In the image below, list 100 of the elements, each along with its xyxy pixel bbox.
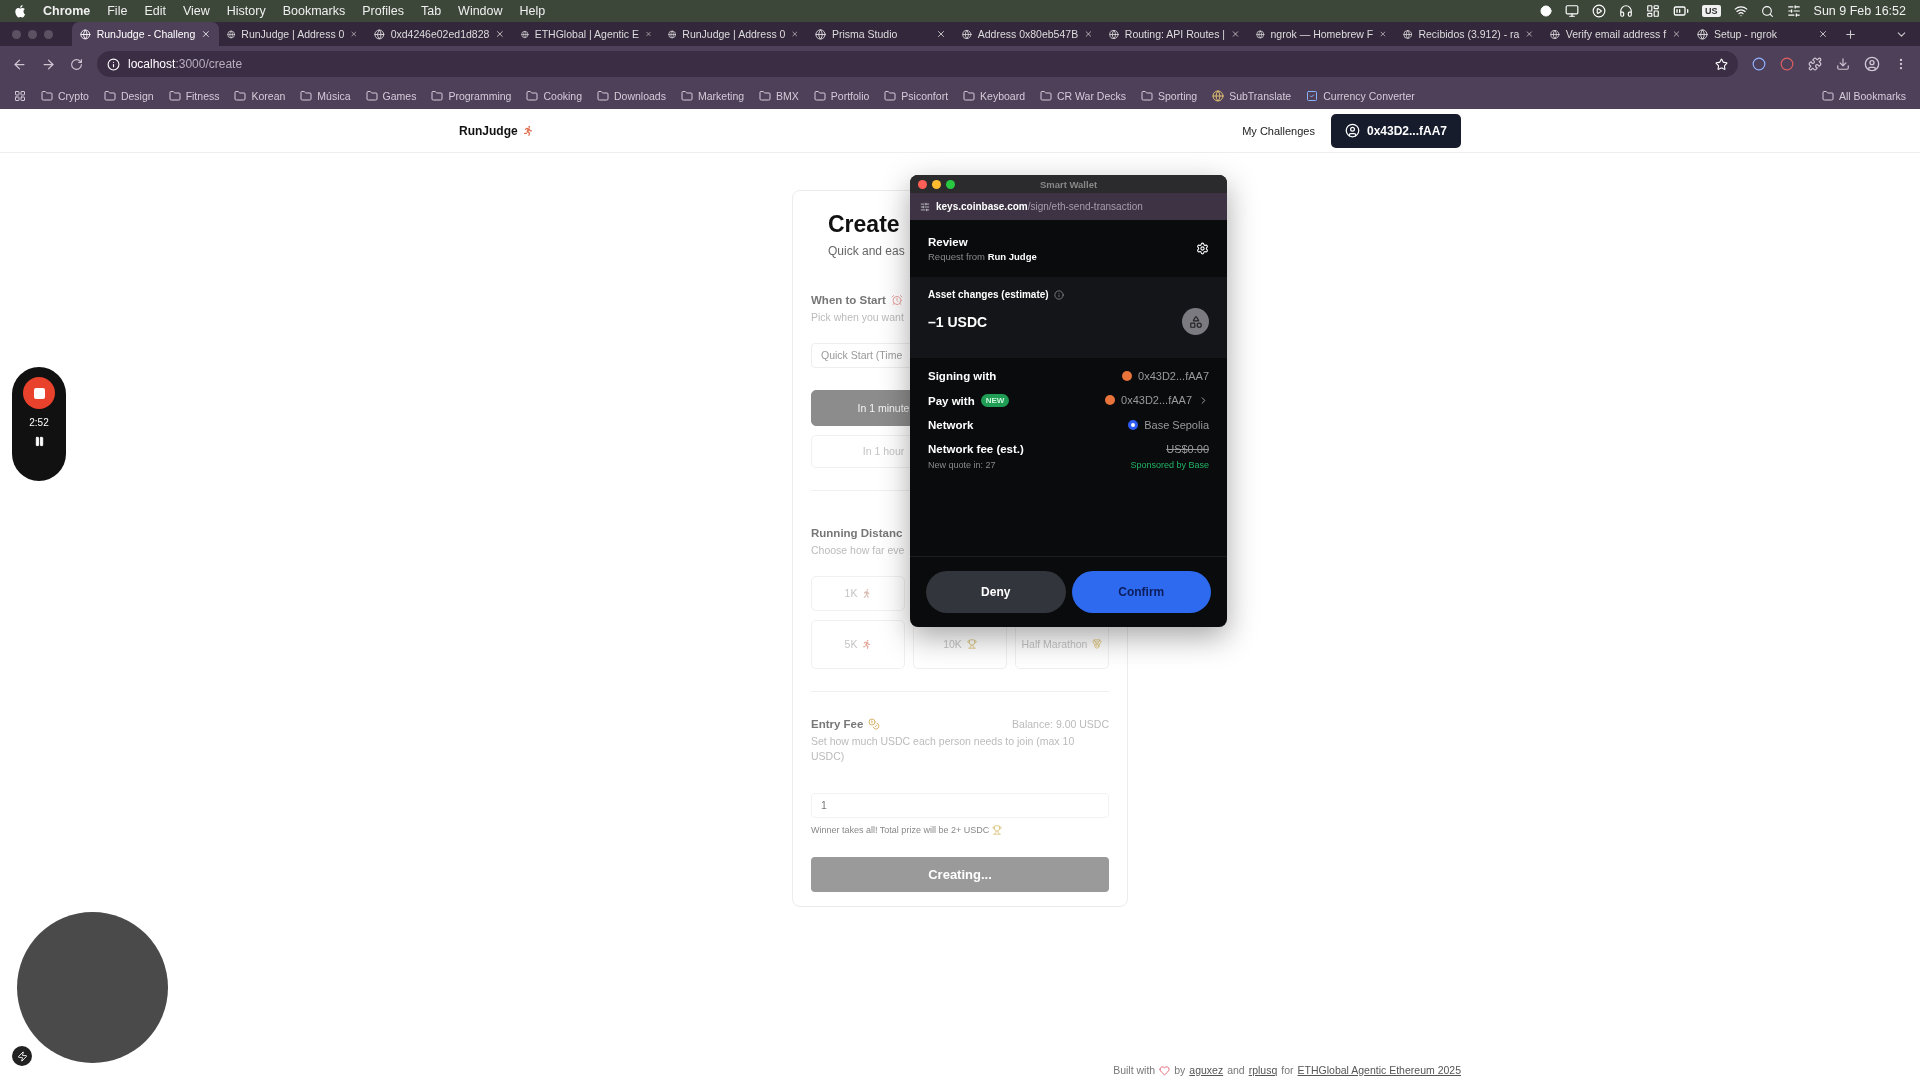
- bookmark[interactable]: Keyboard: [963, 89, 1025, 102]
- bookmark[interactable]: Crypto: [41, 89, 89, 102]
- bookmark[interactable]: CR War Decks: [1040, 89, 1127, 102]
- bookmark[interactable]: BMX: [759, 89, 799, 102]
- battery-icon[interactable]: [1673, 3, 1690, 19]
- close-icon[interactable]: [1818, 29, 1828, 39]
- apps-icon[interactable]: [14, 89, 26, 102]
- zoom-window-icon[interactable]: [946, 179, 955, 189]
- entry-fee-input[interactable]: 1: [811, 792, 1109, 819]
- folder-icon: [597, 89, 609, 102]
- address-bar[interactable]: localhost:3000/create: [97, 51, 1738, 77]
- bookmark[interactable]: Marketing: [680, 89, 745, 102]
- browser-tab[interactable]: Recibidos (3.912) - ra: [1395, 22, 1542, 46]
- browser-tab[interactable]: 0xd4246e02ed1d828: [366, 22, 513, 46]
- browser-tab[interactable]: Setup - ngrok: [1689, 22, 1836, 46]
- deny-button[interactable]: Deny: [926, 571, 1066, 613]
- bookmark[interactable]: Currency Converter: [1306, 89, 1415, 102]
- bookmark[interactable]: Downloads: [597, 89, 666, 102]
- account-button[interactable]: 0x43D2...fAA7: [1330, 113, 1461, 148]
- control-center-icon[interactable]: [1786, 4, 1801, 18]
- menu-item[interactable]: Profiles: [362, 4, 404, 18]
- headphones-icon[interactable]: [1619, 4, 1634, 18]
- bookmark[interactable]: Sporting: [1141, 89, 1198, 102]
- screen-icon[interactable]: [1565, 4, 1580, 18]
- bookmark[interactable]: Games: [365, 89, 417, 102]
- search-icon[interactable]: [1760, 4, 1774, 18]
- bookmark[interactable]: Música: [300, 89, 351, 102]
- footer-link[interactable]: ETHGlobal Agentic Ethereum 2025: [1297, 1064, 1461, 1076]
- account-avatar-icon: [1122, 371, 1133, 381]
- browser-tab[interactable]: RunJudge - Challeng: [72, 22, 219, 46]
- close-icon[interactable]: [645, 29, 652, 39]
- stop-recording-button[interactable]: [23, 377, 55, 409]
- menu-item[interactable]: Tab: [420, 4, 442, 18]
- bookmark[interactable]: Fitness: [168, 89, 220, 102]
- keyboard-layout-badge[interactable]: US: [1702, 5, 1721, 17]
- bookmark[interactable]: Portfolio: [813, 89, 870, 102]
- info-icon[interactable]: [1053, 289, 1064, 300]
- menu-item[interactable]: History: [226, 4, 266, 18]
- extension-icon[interactable]: [1752, 57, 1766, 71]
- download-icon[interactable]: [1836, 57, 1850, 71]
- close-window-icon[interactable]: [918, 179, 927, 189]
- bookmark[interactable]: SubTranslate: [1212, 89, 1292, 102]
- close-icon[interactable]: [495, 29, 505, 39]
- apple-logo-icon[interactable]: [14, 4, 26, 18]
- close-icon[interactable]: [791, 29, 799, 39]
- footer-link[interactable]: aguxez: [1189, 1064, 1224, 1076]
- wifi-icon[interactable]: [1733, 4, 1748, 18]
- close-icon[interactable]: [201, 29, 211, 39]
- browser-tab[interactable]: ngrok — Homebrew F: [1248, 22, 1395, 46]
- new-tab-icon[interactable]: [1844, 27, 1857, 41]
- footer-link[interactable]: rplusq: [1248, 1064, 1278, 1076]
- browser-tab[interactable]: Address 0x80eb547B: [954, 22, 1101, 46]
- all-bookmarks[interactable]: All Bookmarks: [1821, 89, 1906, 102]
- minimize-window-icon[interactable]: [932, 179, 941, 189]
- reload-icon[interactable]: [70, 57, 83, 71]
- close-icon[interactable]: [1525, 29, 1534, 39]
- site-settings-icon[interactable]: [920, 201, 930, 212]
- close-icon[interactable]: [936, 29, 946, 39]
- app-logo[interactable]: RunJudge: [459, 123, 518, 138]
- nav-link[interactable]: My Challenges: [1242, 124, 1315, 137]
- pause-icon[interactable]: [33, 436, 45, 447]
- menu-item[interactable]: View: [182, 4, 210, 18]
- close-icon[interactable]: [1672, 29, 1681, 39]
- extensions-icon[interactable]: [1808, 57, 1822, 71]
- settings-icon[interactable]: [1196, 242, 1209, 255]
- menu-item[interactable]: Edit: [144, 4, 166, 18]
- site-favicon-icon: [227, 28, 236, 40]
- forward-icon[interactable]: [41, 56, 56, 72]
- row-value: US$0.00: [1166, 443, 1209, 455]
- browser-tab[interactable]: ETHGlobal | Agentic E: [513, 22, 660, 46]
- bookmark[interactable]: Korean: [234, 89, 286, 102]
- site-favicon-icon: [1256, 28, 1265, 40]
- close-icon[interactable]: [350, 29, 358, 39]
- browser-tab[interactable]: Routing: API Routes |: [1101, 22, 1248, 46]
- status-dot-icon[interactable]: [1540, 5, 1553, 17]
- bookmark[interactable]: Programming: [431, 89, 512, 102]
- menu-item[interactable]: Chrome: [43, 4, 91, 18]
- back-icon[interactable]: [12, 56, 27, 72]
- close-icon[interactable]: [1084, 29, 1093, 39]
- browser-tab[interactable]: RunJudge | Address 0: [219, 22, 366, 46]
- browser-tab[interactable]: Verify email address f: [1542, 22, 1689, 46]
- extension-icon[interactable]: [1780, 57, 1794, 71]
- browser-tab[interactable]: RunJudge | Address 0: [660, 22, 807, 46]
- play-circle-icon[interactable]: [1592, 4, 1607, 18]
- menu-item[interactable]: Window: [458, 4, 503, 18]
- bookmark[interactable]: Cooking: [526, 89, 582, 102]
- menu-item[interactable]: Bookmarks: [282, 4, 346, 18]
- menu-item[interactable]: Help: [519, 4, 546, 18]
- coins-icon: [868, 717, 881, 730]
- menu-item[interactable]: File: [107, 4, 128, 18]
- layout-icon[interactable]: [1646, 4, 1661, 18]
- site-info-icon[interactable]: [107, 57, 120, 71]
- close-icon[interactable]: [1231, 29, 1240, 39]
- close-icon[interactable]: [1379, 29, 1387, 39]
- profile-icon[interactable]: [1864, 56, 1880, 72]
- bookmark[interactable]: Design: [103, 89, 154, 102]
- browser-tab[interactable]: Prisma Studio: [807, 22, 954, 46]
- folder-icon: [103, 89, 116, 102]
- bookmark-star-icon[interactable]: [1715, 57, 1728, 71]
- bookmark[interactable]: Psiconfort: [884, 89, 949, 102]
